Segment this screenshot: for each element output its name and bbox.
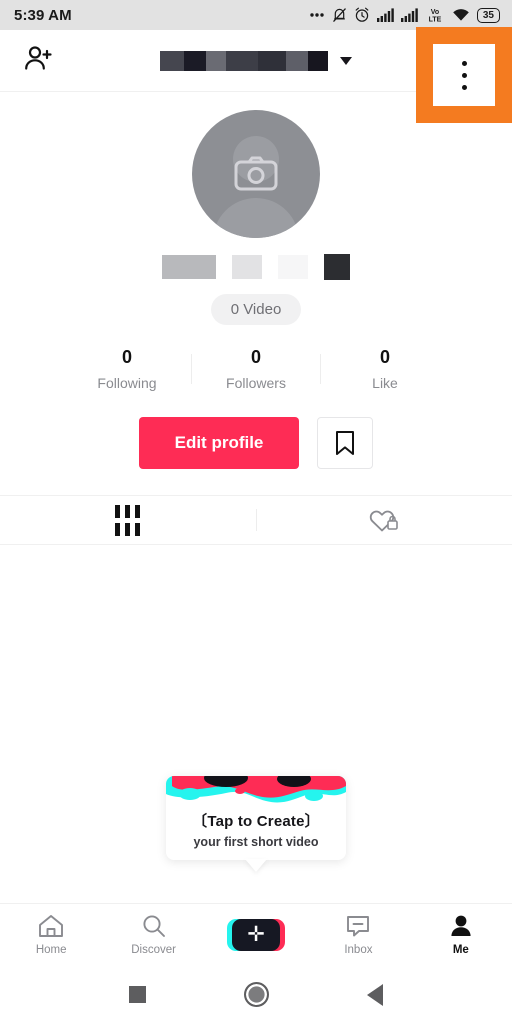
stat-value: 0: [250, 347, 261, 367]
tooltip-card: 〔Tap to Create〕 your first short video: [166, 776, 346, 860]
nav-label: Inbox: [344, 943, 373, 956]
chevron-down-icon[interactable]: [340, 56, 352, 65]
create-tooltip[interactable]: 〔Tap to Create〕 your first short video: [166, 776, 346, 872]
status-icons: Vo LTE 35: [309, 7, 500, 23]
tooltip-title: 〔Tap to Create〕: [192, 813, 320, 830]
bookmark-button[interactable]: [317, 417, 373, 469]
battery-level: 35: [482, 9, 494, 21]
avatar-body: [213, 198, 299, 238]
username-redacted: [160, 50, 328, 71]
stat-value: 0: [121, 347, 132, 367]
stats-row: 0 Following 0 Followers 0 Like: [0, 347, 512, 391]
person-icon: [451, 915, 471, 936]
stat-label: Followers: [226, 375, 286, 391]
nav-item-create[interactable]: ✛: [205, 904, 307, 965]
dot-2: [461, 72, 467, 78]
nav-label: Me: [452, 943, 469, 956]
tooltip-text: 〔Tap to Create〕 your first short video: [166, 810, 346, 849]
dot-3: [461, 84, 467, 90]
wifi-icon: [453, 9, 469, 21]
grid-posts-icon: [115, 504, 141, 536]
signal-bars-2-icon: [400, 8, 418, 22]
alarm-clock-icon: [355, 7, 369, 22]
battery-icon: 35: [476, 7, 500, 23]
square-recents-icon[interactable]: [129, 986, 146, 1003]
tab-posts[interactable]: [0, 496, 256, 544]
menu-highlight-box: [416, 27, 512, 123]
plus-glyph: ✛: [247, 923, 265, 946]
three-dots-vertical-icon[interactable]: [433, 44, 495, 106]
stat-likes[interactable]: 0 Like: [321, 347, 449, 391]
bottom-nav: Home Discover ✛ Inbox Me: [0, 903, 512, 965]
create-plus-icon[interactable]: ✛: [227, 918, 286, 951]
profile-actions: Edit profile: [0, 417, 512, 469]
svg-text:LTE: LTE: [429, 17, 442, 24]
status-time: 5:39 AM: [14, 6, 72, 24]
profile-section: 0 Video 0 Following 0 Followers 0 Like E…: [0, 92, 512, 469]
video-count-badge: 0 Video: [210, 294, 302, 325]
android-nav-bar: [0, 965, 512, 1024]
avatar[interactable]: [192, 110, 320, 238]
edit-profile-button[interactable]: Edit profile: [139, 417, 299, 469]
triangle-back-icon[interactable]: [367, 983, 383, 1006]
inbox-message-icon: [347, 915, 370, 936]
dot-1: [461, 60, 467, 66]
username-dropdown[interactable]: [160, 50, 352, 71]
svg-text:Vo: Vo: [431, 9, 439, 16]
signal-bars-icon: [376, 8, 394, 22]
heart-lock-private-icon: [370, 510, 399, 532]
nav-item-me[interactable]: Me: [410, 904, 512, 965]
camera-icon: [234, 156, 278, 191]
nav-item-discover[interactable]: Discover: [102, 904, 204, 965]
tab-liked-private[interactable]: [257, 496, 512, 544]
nav-label: Home: [35, 943, 67, 956]
stat-value: 0: [379, 347, 390, 367]
tiktok-blob-graphic: [166, 776, 346, 810]
add-person-icon[interactable]: [24, 45, 54, 76]
stat-following[interactable]: 0 Following: [63, 347, 191, 391]
bell-muted-icon: [332, 8, 346, 23]
circle-home-icon[interactable]: [244, 982, 269, 1007]
tooltip-arrow: [245, 859, 267, 872]
nav-item-inbox[interactable]: Inbox: [307, 904, 409, 965]
profile-tabs: [0, 495, 512, 545]
nav-item-home[interactable]: Home: [0, 904, 102, 965]
status-bar: 5:39 AM Vo LTE 35: [0, 0, 512, 30]
stat-followers[interactable]: 0 Followers: [192, 347, 320, 391]
volte-icon: Vo LTE: [429, 9, 442, 24]
nav-label: Discover: [131, 943, 176, 956]
more-dots-icon: [310, 13, 324, 17]
home-icon: [39, 914, 64, 937]
search-icon: [143, 914, 165, 937]
bookmark-icon: [336, 431, 354, 455]
stat-label: Following: [97, 375, 157, 391]
stat-label: Like: [372, 375, 398, 391]
tooltip-subtitle: your first short video: [193, 835, 319, 849]
display-name-redacted: [0, 254, 512, 280]
